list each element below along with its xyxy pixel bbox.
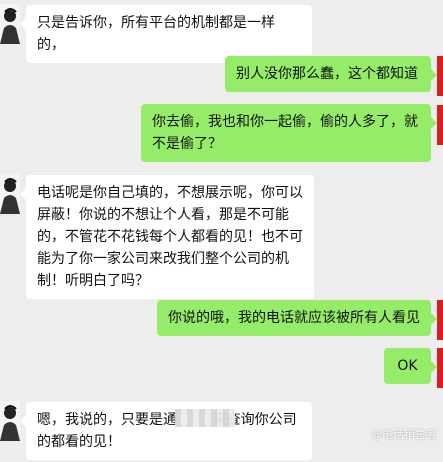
- person-avatar-icon: [0, 405, 20, 441]
- message-bubble-right[interactable]: 你说的哦，我的电话就应该被所有人看见: [157, 300, 437, 336]
- message-bubble-left[interactable]: 电话呢是你自己填的，不想展示呢，你可以屏蔽！你说的不想让个人看，那是不可能的，不…: [20, 175, 314, 299]
- message-bubble-left[interactable]: 只是告诉你，所有平台的机制都是一样的，: [20, 5, 312, 63]
- avatar[interactable]: [0, 4, 20, 44]
- avatar[interactable]: [437, 56, 443, 96]
- message-bubble-right[interactable]: 你去偷，我也和你一起偷，偷的人多了，就不是偷了？: [141, 104, 437, 162]
- message-bubble-right[interactable]: 别人没你那么蠢，这个都知道: [225, 56, 437, 92]
- avatar[interactable]: [0, 174, 20, 214]
- avatar[interactable]: [437, 105, 443, 145]
- avatar[interactable]: [0, 401, 20, 441]
- avatar[interactable]: [437, 348, 443, 388]
- watermark: @电话销售者: [371, 428, 437, 441]
- message-bubble-left[interactable]: 嗯，我说的，只要是通 来查询你公司的都看的见！: [20, 402, 312, 460]
- person-avatar-icon: [0, 178, 20, 214]
- person-avatar-icon: [0, 8, 20, 44]
- message-bubble-right[interactable]: OK: [384, 348, 437, 384]
- avatar[interactable]: [437, 300, 443, 340]
- redaction-mask: [175, 409, 235, 427]
- chat-area: 只是告诉你，所有平台的机制都是一样的， 别人没你那么蠢，这个都知道 你去偷，我也…: [0, 0, 443, 462]
